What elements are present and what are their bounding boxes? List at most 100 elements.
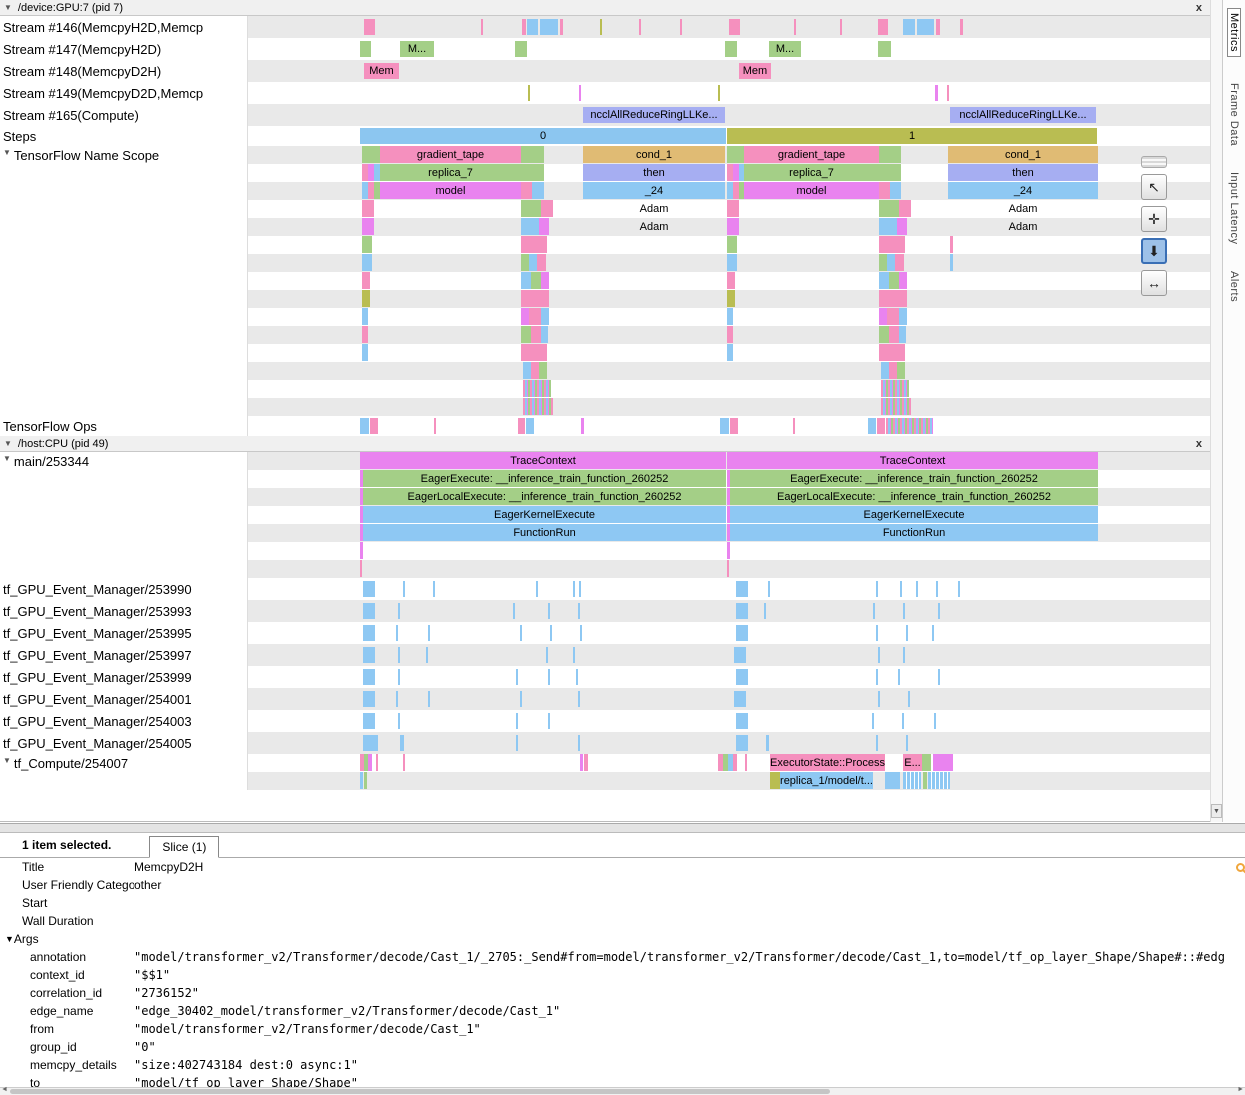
trace-slice[interactable]	[516, 735, 518, 751]
trace-slice[interactable]	[532, 182, 544, 199]
trace-slice[interactable]	[889, 326, 899, 343]
row-label-stream-146[interactable]: Stream #146(MemcpyH2D,Memcp	[0, 16, 248, 38]
trace-slice[interactable]	[362, 254, 372, 271]
trace-slice[interactable]	[736, 603, 748, 619]
trace-slice[interactable]: model	[380, 182, 521, 199]
trace-slice[interactable]	[895, 254, 904, 271]
trace-slice[interactable]: gradient_tape	[380, 146, 521, 163]
row-label-tf-gpu-event-manager-253997[interactable]: tf_GPU_Event_Manager/253997	[0, 644, 248, 666]
trace-slice[interactable]	[368, 754, 372, 771]
trace-slice[interactable]: _24	[948, 182, 1098, 199]
trace-slice[interactable]: EagerLocalExecute: __inference_train_fun…	[730, 488, 1098, 505]
trace-slice[interactable]	[518, 418, 525, 434]
trace-slice[interactable]	[878, 691, 880, 707]
trace-slice[interactable]	[541, 308, 549, 325]
trace-slice[interactable]	[521, 164, 544, 181]
trace-slice[interactable]	[527, 19, 538, 35]
scroll-left-icon[interactable]: ◄	[1, 1086, 8, 1093]
trace-slice[interactable]	[879, 236, 905, 253]
trace-slice[interactable]	[520, 625, 522, 641]
trace-slice[interactable]	[886, 418, 933, 434]
trace-slice[interactable]	[362, 344, 368, 361]
trace-slice[interactable]	[879, 272, 889, 289]
trace-slice[interactable]: 1	[727, 128, 1097, 144]
trace-slice[interactable]: replica_1/model/t...	[780, 772, 873, 789]
trace-slice[interactable]	[363, 647, 375, 663]
trace-slice[interactable]	[729, 19, 740, 35]
row-label-tensorflow-ops[interactable]: TensorFlow Ops	[0, 416, 248, 436]
trace-slice[interactable]	[902, 713, 904, 729]
close-icon[interactable]: x	[1196, 1, 1202, 15]
trace-slice[interactable]: model	[744, 182, 879, 199]
trace-slice[interactable]	[889, 362, 897, 379]
trace-slice[interactable]	[768, 581, 770, 597]
trace-slice[interactable]	[536, 581, 538, 597]
row-label-tf-gpu-event-manager-254003[interactable]: tf_GPU_Event_Manager/254003	[0, 710, 248, 732]
trace-slice[interactable]	[879, 290, 907, 307]
trace-slice[interactable]	[922, 754, 931, 771]
trace-slice[interactable]	[938, 603, 940, 619]
trace-slice[interactable]	[890, 182, 901, 199]
trace-slice[interactable]	[521, 254, 529, 271]
trace-slice[interactable]	[680, 19, 682, 35]
trace-slice[interactable]	[521, 272, 531, 289]
trace-slice[interactable]	[531, 362, 539, 379]
row-label-tf-gpu-event-manager-253999[interactable]: tf_GPU_Event_Manager/253999	[0, 666, 248, 688]
trace-slice[interactable]	[934, 713, 936, 729]
trace-slice[interactable]	[363, 691, 375, 707]
trace-slice[interactable]: 0	[360, 128, 726, 144]
trace-slice[interactable]: Adam	[958, 218, 1088, 235]
trace-slice[interactable]	[766, 735, 769, 751]
row-label-tf-compute-254007[interactable]: ▼tf_Compute/254007	[0, 754, 248, 790]
trace-slice[interactable]	[363, 603, 375, 619]
trace-slice[interactable]	[878, 19, 888, 35]
trace-slice[interactable]	[727, 254, 737, 271]
trace-slice[interactable]	[550, 625, 552, 641]
trace-slice[interactable]	[522, 19, 526, 35]
trace-slice[interactable]	[363, 625, 375, 641]
trace-slice[interactable]	[876, 625, 878, 641]
trace-slice[interactable]	[363, 581, 375, 597]
trace-slice[interactable]	[526, 418, 534, 434]
trace-slice[interactable]	[578, 603, 580, 619]
trace-slice[interactable]	[727, 326, 733, 343]
trace-slice[interactable]	[521, 182, 532, 199]
trace-slice[interactable]	[362, 146, 380, 163]
trace-slice[interactable]	[887, 308, 899, 325]
trace-slice[interactable]	[541, 272, 549, 289]
trace-slice[interactable]: E...	[903, 754, 922, 771]
trace-slice[interactable]	[580, 625, 582, 641]
trace-slice[interactable]	[521, 146, 544, 163]
trace-slice[interactable]	[720, 418, 729, 434]
trace-slice[interactable]	[903, 603, 905, 619]
trace-slice[interactable]	[916, 581, 918, 597]
trace-slice[interactable]	[521, 326, 531, 343]
trace-slice[interactable]	[727, 542, 730, 559]
trace-slice[interactable]	[872, 713, 874, 729]
selection-tool-button[interactable]: ↖	[1141, 174, 1167, 200]
trace-slice[interactable]	[745, 754, 747, 771]
trace-slice[interactable]	[360, 772, 363, 789]
trace-slice[interactable]	[903, 647, 905, 663]
trace-slice[interactable]	[516, 713, 518, 729]
trace-slice[interactable]	[541, 200, 553, 217]
trace-slice[interactable]	[426, 647, 428, 663]
trace-slice[interactable]	[903, 19, 915, 35]
trace-slice[interactable]	[363, 713, 375, 729]
trace-slice[interactable]	[396, 625, 398, 641]
pan-tool-button[interactable]: ✛	[1141, 206, 1167, 232]
trace-slice[interactable]	[889, 272, 899, 289]
trace-slice[interactable]	[794, 19, 796, 35]
trace-slice[interactable]	[516, 669, 518, 685]
trace-slice[interactable]: Adam	[593, 200, 715, 217]
trace-slice[interactable]	[960, 19, 963, 35]
row-label-stream-149[interactable]: Stream #149(MemcpyD2D,Memcp	[0, 82, 248, 104]
trace-slice[interactable]	[521, 236, 547, 253]
trace-slice[interactable]	[932, 625, 934, 641]
trace-slice[interactable]	[428, 691, 430, 707]
args-header[interactable]: ▼Args	[0, 930, 1245, 948]
trace-slice[interactable]	[529, 254, 537, 271]
trace-slice[interactable]	[521, 290, 549, 307]
trace-slice[interactable]: ncclAllReduceRingLLKe...	[583, 107, 725, 123]
trace-slice[interactable]	[899, 308, 907, 325]
